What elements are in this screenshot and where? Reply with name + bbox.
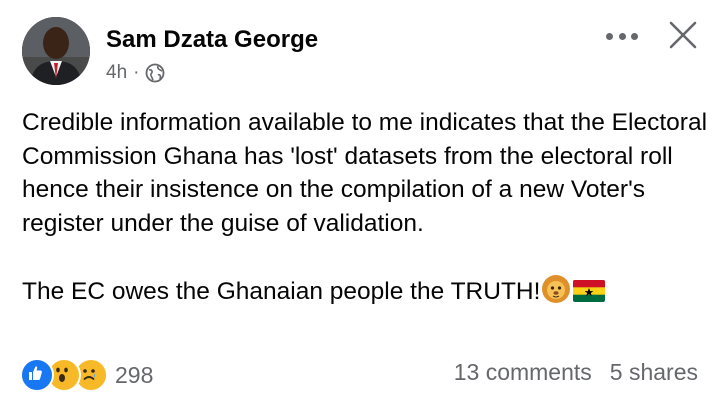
meta-separator: · <box>133 62 140 83</box>
globe-icon <box>145 63 165 83</box>
comments-count-link[interactable]: 13 comments <box>454 359 592 386</box>
post-paragraph-2: The EC owes the Ghanaian people the TRUT… <box>22 274 712 314</box>
post-meta: 4h · <box>106 62 165 84</box>
post-body: Credible information available to me ind… <box>22 106 712 313</box>
dot <box>618 32 626 40</box>
like-icon <box>20 358 54 392</box>
dot <box>631 32 638 40</box>
ghana-flag-emoji <box>572 278 606 314</box>
close-icon[interactable] <box>668 20 698 50</box>
shares-count-link[interactable]: 5 shares <box>610 359 698 386</box>
post-time[interactable]: 4h <box>106 62 127 84</box>
engagement-counts: 13 comments 5 shares <box>454 359 698 386</box>
more-options-icon[interactable] <box>606 26 638 46</box>
post-paragraph-2-text: The EC owes the Ghanaian people the TRUT… <box>22 277 541 305</box>
dot <box>606 32 613 40</box>
reactions-summary[interactable]: 298 <box>20 358 153 392</box>
reaction-count: 298 <box>115 361 154 388</box>
author-avatar[interactable] <box>22 17 90 85</box>
post-paragraph-1: Credible information available to me ind… <box>22 109 708 237</box>
author-name[interactable]: Sam Dzata George <box>106 26 318 54</box>
lion-face-emoji <box>541 274 571 314</box>
